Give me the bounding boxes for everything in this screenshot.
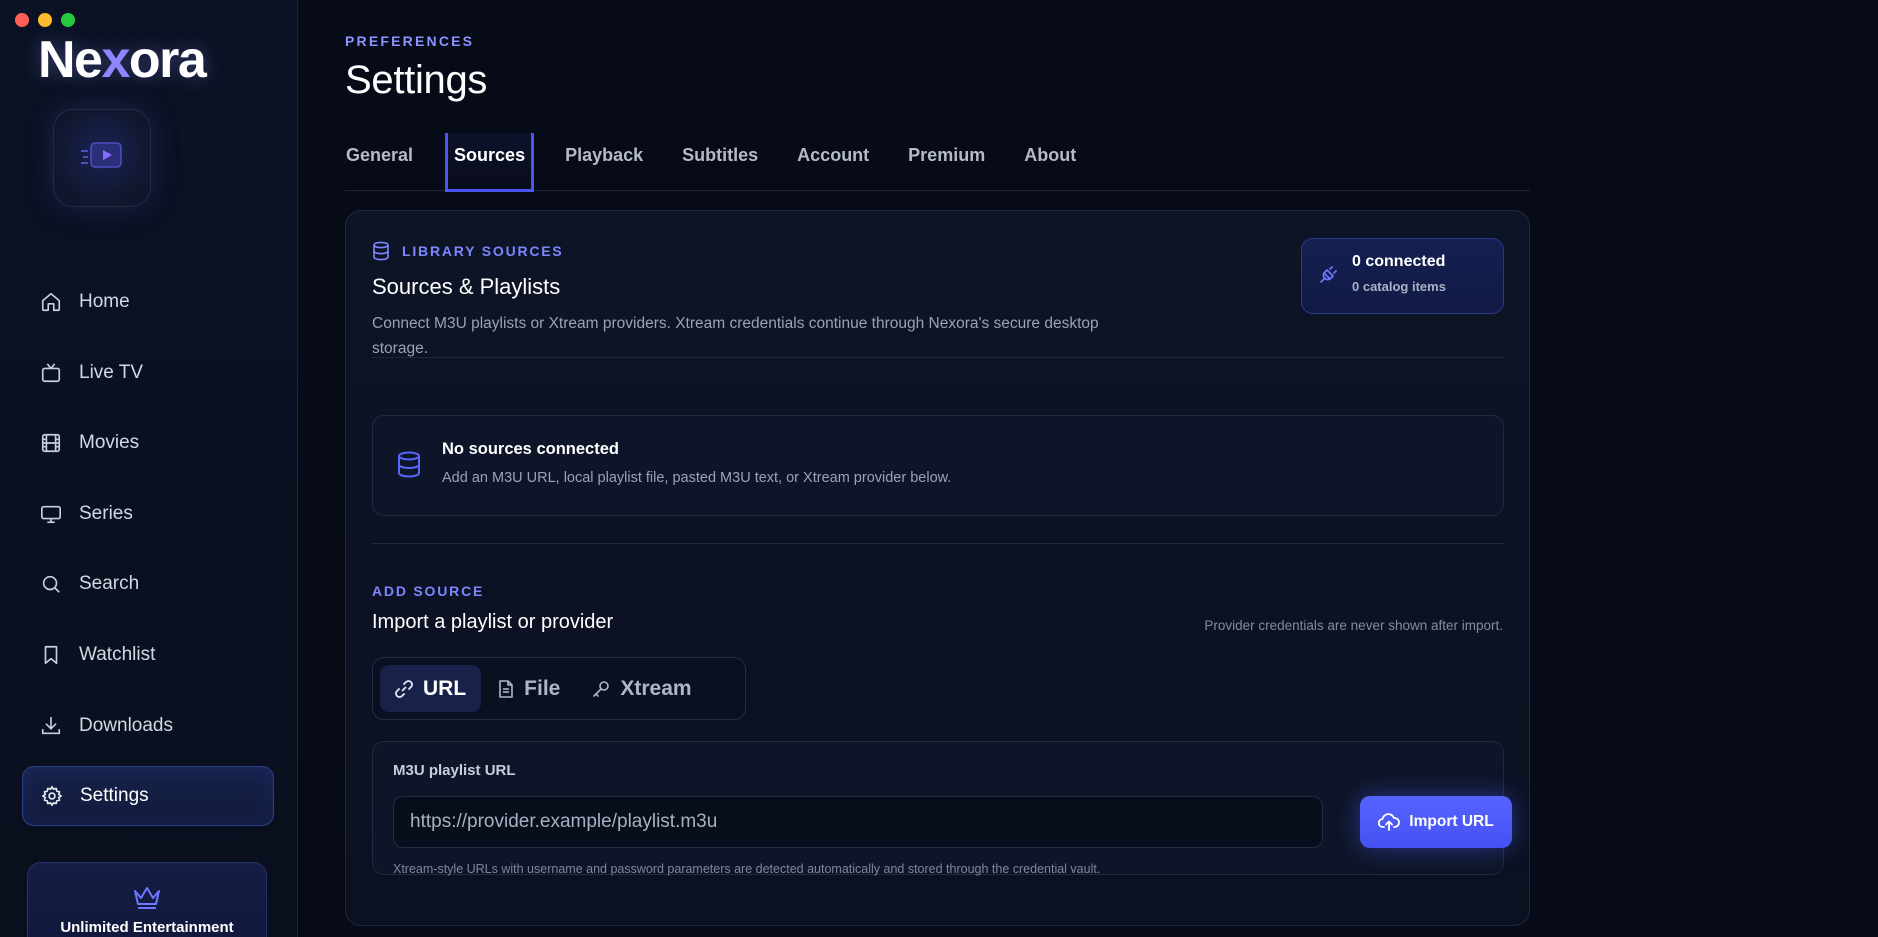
tab-account[interactable]: Account (778, 133, 888, 191)
zoom-window-button[interactable] (61, 13, 75, 27)
sidebar-item-label: Live TV (79, 361, 144, 383)
sidebar-item-settings[interactable]: Settings (22, 766, 274, 827)
gear-icon (40, 784, 64, 808)
file-icon (497, 679, 515, 699)
url-field-label: M3U playlist URL (393, 762, 516, 779)
sidebar-item-live-tv[interactable]: Live TV (22, 343, 274, 403)
tab-subtitles[interactable]: Subtitles (663, 133, 777, 191)
tab-sources[interactable]: Sources (445, 133, 535, 192)
download-icon (39, 714, 63, 738)
sources-panel: LIBRARY SOURCES Sources & Playlists Conn… (345, 210, 1530, 926)
connection-status-card: 0 connected 0 catalog items (1301, 238, 1504, 314)
app-window: Nexora Home Live TV Movies Series Search… (0, 0, 1878, 937)
window-controls (15, 13, 75, 27)
key-icon (591, 679, 611, 699)
empty-title: No sources connected (442, 440, 619, 458)
database-icon (372, 241, 390, 261)
sidebar-item-downloads[interactable]: Downloads (22, 696, 274, 756)
tab-playback[interactable]: Playback (546, 133, 662, 191)
playlist-url-input[interactable] (393, 796, 1323, 848)
sidebar-item-movies[interactable]: Movies (22, 413, 274, 473)
source-type-selector: URL File Xtream (372, 657, 746, 720)
tv-icon (39, 361, 63, 385)
connected-count: 0 connected (1352, 253, 1446, 270)
sidebar-item-search[interactable]: Search (22, 554, 274, 614)
tab-premium[interactable]: Premium (889, 133, 1004, 191)
add-source-title: Import a playlist or provider (372, 611, 614, 633)
minimize-window-button[interactable] (38, 13, 52, 27)
sidebar-nav: Home Live TV Movies Series Search Watchl… (22, 272, 274, 837)
crown-icon (28, 885, 266, 909)
bookmark-icon (39, 643, 63, 667)
tv-play-icon (79, 139, 125, 178)
section-eyebrow-label: LIBRARY SOURCES (402, 243, 564, 259)
sidebar-item-label: Series (79, 502, 133, 524)
home-icon (39, 290, 63, 314)
page-eyebrow: PREFERENCES (345, 33, 475, 49)
library-sources-eyebrow: LIBRARY SOURCES (372, 241, 564, 261)
sidebar-item-label: Settings (80, 785, 149, 807)
divider (372, 543, 1504, 544)
sidebar-item-label: Watchlist (79, 643, 156, 665)
empty-text: Add an M3U URL, local playlist file, pas… (442, 470, 952, 486)
database-icon (397, 451, 421, 484)
url-import-card: M3U playlist URL Import URL Xtream-style… (372, 741, 1512, 876)
sidebar-item-home[interactable]: Home (22, 272, 274, 332)
empty-sources-card: No sources connected Add an M3U URL, loc… (372, 415, 1504, 516)
sources-description: Connect M3U playlists or Xtream provider… (372, 315, 1099, 357)
mode-xtream-button[interactable]: Xtream (577, 665, 706, 712)
cloud-upload-icon (1378, 813, 1401, 831)
mode-url-button[interactable]: URL (380, 665, 482, 712)
search-icon (39, 572, 63, 596)
film-icon (39, 431, 63, 455)
brand-logo: Nexora (38, 31, 207, 89)
import-url-button[interactable]: Import URL (1360, 796, 1512, 848)
sidebar: Nexora Home Live TV Movies Series Search… (0, 0, 298, 937)
sidebar-item-label: Search (79, 573, 140, 595)
url-field-hint: Xtream-style URLs with username and pass… (393, 862, 1101, 876)
link-icon (394, 679, 414, 699)
premium-promo-card[interactable]: Unlimited Entertainment (27, 862, 267, 937)
credentials-hint: Provider credentials are never shown aft… (1204, 618, 1503, 633)
tab-about[interactable]: About (1005, 133, 1095, 191)
sources-title: Sources & Playlists (372, 274, 561, 299)
plug-icon (1318, 265, 1338, 290)
tab-general[interactable]: General (345, 133, 432, 191)
catalog-count: 0 catalog items (1352, 279, 1446, 294)
sidebar-item-label: Downloads (79, 714, 173, 736)
divider (372, 357, 1504, 358)
sidebar-item-series[interactable]: Series (22, 484, 274, 544)
settings-tabs: General Sources Playback Subtitles Accou… (345, 133, 1530, 192)
promo-title: Unlimited Entertainment (60, 919, 234, 936)
mode-file-button[interactable]: File (483, 665, 575, 712)
monitor-icon (39, 502, 63, 526)
sidebar-item-label: Home (79, 291, 130, 312)
page-title: Settings (345, 58, 488, 102)
add-source-eyebrow: ADD SOURCE (372, 583, 485, 599)
app-icon-tile[interactable] (53, 109, 151, 207)
close-window-button[interactable] (15, 13, 29, 27)
sidebar-item-label: Movies (79, 432, 140, 454)
sidebar-item-watchlist[interactable]: Watchlist (22, 625, 274, 685)
